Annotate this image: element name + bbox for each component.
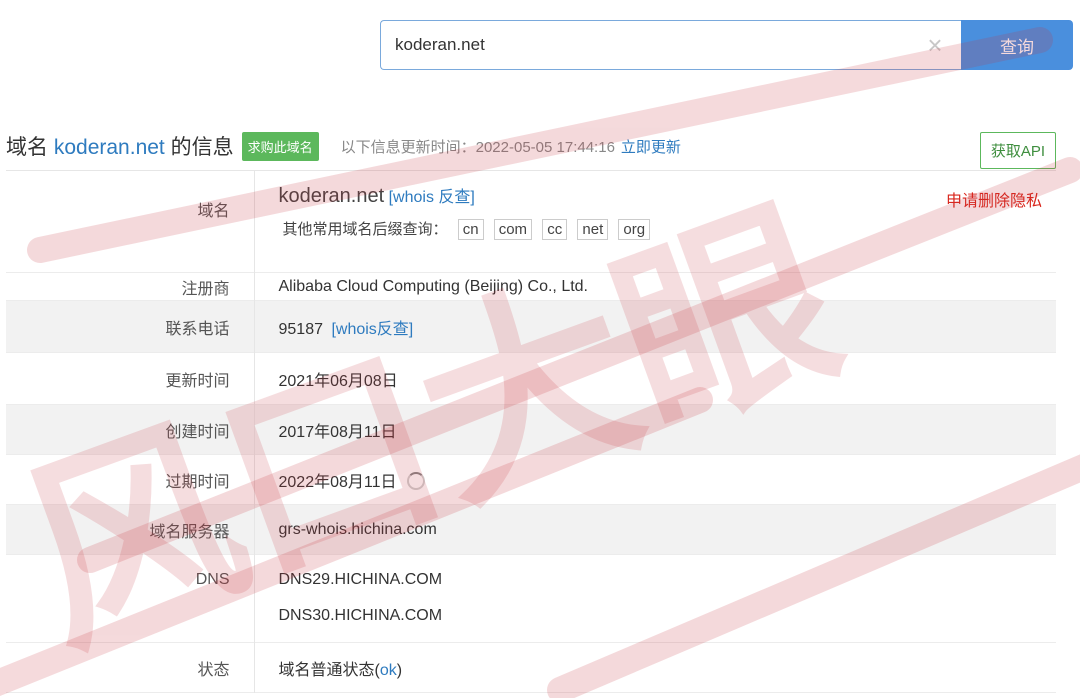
search-bar: × 查询 [380,20,1073,70]
suffix-tag-cn[interactable]: cn [457,219,484,240]
search-input[interactable] [381,21,961,69]
row-label: DNS [6,554,255,643]
status-suffix: ) [396,661,403,679]
registrar-value: Alibaba Cloud Computing (Beijing) Co., L… [278,277,589,295]
whois-reverse-link[interactable]: [whois 反查] [389,189,475,206]
row-label: 更新时间 [6,352,255,405]
search-input-wrapper: × [380,20,961,70]
created-value: 2017年08月11日 [278,423,397,441]
row-value: 95187 [whois反查] [254,301,1056,353]
title-suffix: 的信息 [164,136,234,159]
get-api-button[interactable]: 获取API [979,132,1056,169]
table-row-domain: 域名 koderan.net [whois 反查] 申请删除隐私 其他常用域名后… [6,170,1056,273]
update-now-link[interactable]: 立即更新 [621,136,681,157]
title-domain[interactable]: koderan.net [54,136,165,159]
updated-value: 2021年06月08日 [278,372,398,390]
search-button[interactable]: 查询 [961,20,1073,70]
row-label: 状态 [6,642,255,693]
row-value: DNS29.HICHINA.COM DNS30.HICHINA.COM [254,555,1056,643]
table-row-dns: DNS DNS29.HICHINA.COM DNS30.HICHINA.COM [6,554,1056,643]
close-icon[interactable]: × [923,32,947,58]
row-value: 域名普通状态(ok) [254,643,1056,693]
whois-info-table: 域名 koderan.net [whois 反查] 申请删除隐私 其他常用域名后… [6,170,1056,693]
status-prefix: 域名普通状态( [278,661,380,679]
whois-server-value: grs-whois.hichina.com [278,520,437,538]
refresh-spinner-icon[interactable] [406,471,425,490]
buy-domain-badge[interactable]: 求购此域名 [241,131,319,161]
row-value: 2022年08月11日 [254,455,1056,505]
dns-server-2: DNS30.HICHINA.COM [278,607,443,624]
status-ok-link[interactable]: ok [380,662,397,679]
domain-value: koderan.net [278,185,385,207]
dns-server-1: DNS29.HICHINA.COM [278,571,443,588]
suffix-query-line: 其他常用域名后缀查询： cn com cc net org [279,218,1057,240]
expires-value: 2022年08月11日 [278,473,397,491]
delete-privacy-link[interactable]: 申请删除隐私 [946,187,1042,211]
table-row-whois-server: 域名服务器 grs-whois.hichina.com [6,504,1056,555]
suffix-label: 其他常用域名后缀查询： [282,221,448,238]
phone-whois-link[interactable]: [whois反查] [331,321,413,338]
row-label: 域名 [6,170,255,273]
title-prefix: 域名 [6,136,54,159]
update-info: 以下信息更新时间：2022-05-05 17:44:16 [340,138,615,156]
row-label: 注册商 [6,272,255,301]
table-row-created: 创建时间 2017年08月11日 [6,404,1056,455]
phone-value: 95187 [278,320,324,338]
table-row-status: 状态 域名普通状态(ok) [6,642,1056,693]
suffix-tag-net[interactable]: net [577,219,609,240]
row-label: 域名服务器 [6,504,255,555]
row-label: 过期时间 [6,454,255,505]
row-value: koderan.net [whois 反查] 申请删除隐私 其他常用域名后缀查询… [254,171,1056,273]
table-row-updated: 更新时间 2021年06月08日 [6,352,1056,405]
table-row-phone: 联系电话 95187 [whois反查] [6,300,1056,353]
row-label: 联系电话 [6,300,255,353]
title-row: 域名 koderan.net 的信息 求购此域名 以下信息更新时间：2022-0… [6,128,1066,169]
row-label: 创建时间 [6,404,255,455]
table-row-registrar: 注册商 Alibaba Cloud Computing (Beijing) Co… [6,272,1056,301]
suffix-tag-org[interactable]: org [618,219,651,240]
page-title: 域名 koderan.net 的信息 [6,131,234,161]
table-row-expires: 过期时间 2022年08月11日 [6,454,1056,505]
suffix-tag-cc[interactable]: cc [542,219,568,240]
suffix-tag-com[interactable]: com [493,219,533,240]
